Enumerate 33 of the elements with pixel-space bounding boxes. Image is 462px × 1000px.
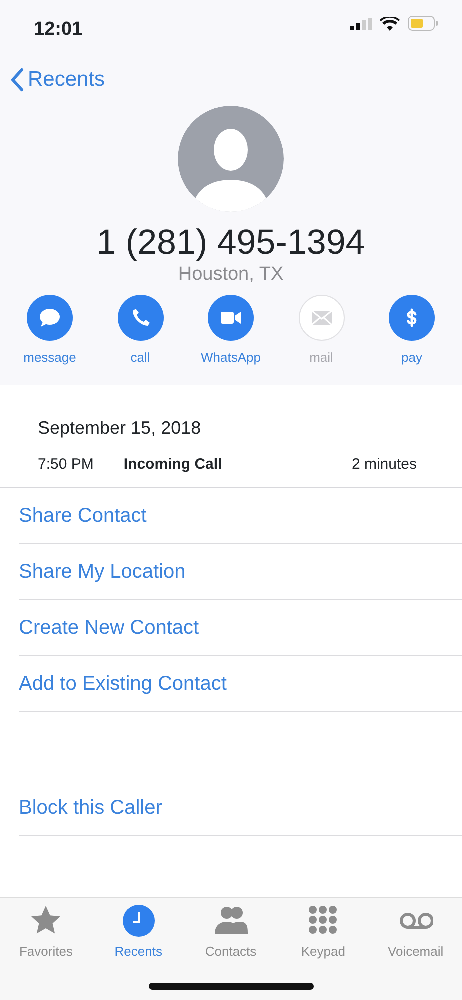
clock-icon [122, 904, 156, 938]
block-caller-link[interactable]: Block this Caller [19, 780, 462, 836]
avatar-icon [178, 106, 284, 212]
tab-bar-item[interactable]: Keypad [277, 898, 370, 1000]
envelope-circle-icon [298, 295, 344, 342]
call-action-button[interactable]: call [96, 295, 186, 368]
video-action-button[interactable]: WhatsApp [186, 295, 276, 368]
tab-bar-item[interactable]: Favorites [0, 898, 92, 1000]
chat-bubble-circle-icon [27, 295, 73, 342]
dollar-sign-circle-icon [389, 295, 435, 342]
wifi-icon [380, 16, 400, 30]
phone-number: 1 (281) 495-1394 [96, 224, 366, 262]
video-camera-circle-icon [208, 295, 254, 342]
menu-link[interactable]: Create New Contact [19, 600, 462, 656]
tab-bar-item[interactable]: Recents [92, 898, 185, 1000]
signal-icon [350, 18, 372, 30]
pay-action-button[interactable]: pay [367, 295, 457, 368]
call-type: Incoming Call [124, 455, 224, 475]
back-chevron-icon [10, 68, 24, 92]
tab-bar-item[interactable]: Voicemail [370, 898, 462, 1000]
call-duration: 2 minutes [352, 455, 417, 475]
phone-circle-icon [118, 295, 164, 342]
caller-location: Houston, TX [177, 264, 285, 288]
battery-icon [408, 16, 438, 31]
menu-link[interactable]: Share My Location [19, 544, 462, 600]
menu-link[interactable]: Add to Existing Contact [19, 656, 462, 712]
menu-link[interactable]: Share Contact [19, 488, 462, 544]
message-action-button[interactable]: message [5, 295, 95, 368]
back-link[interactable]: Recents [10, 64, 106, 96]
call-date: September 15, 2018 [38, 417, 202, 440]
back-label[interactable]: Recents [28, 64, 106, 96]
status-time: 12:01 [34, 18, 83, 42]
call-time: 7:50 PM [38, 455, 94, 475]
